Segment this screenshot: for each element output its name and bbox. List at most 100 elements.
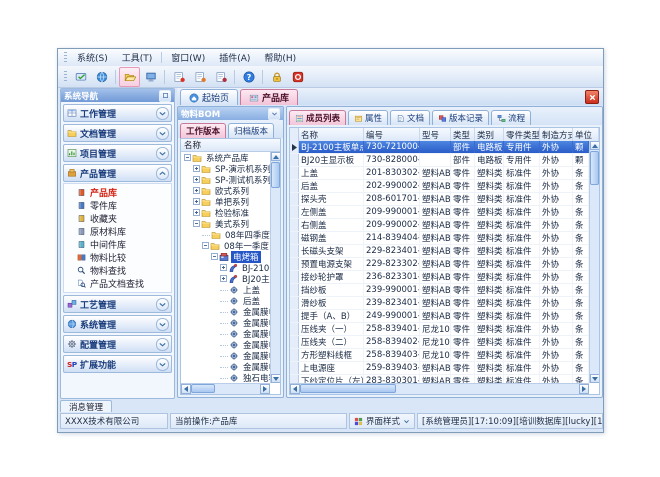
detail-tab-1[interactable]: 属性 <box>348 110 388 125</box>
table-row[interactable]: BJ20主显示板730-828000-04X部件电路板专用件外协颗 <box>290 154 589 167</box>
sidebar-item-2[interactable]: 收藏夹 <box>64 212 171 225</box>
bom-tab-0[interactable]: 工作版本 <box>180 123 226 138</box>
sidebar-item-3[interactable]: 原材料库 <box>64 225 171 238</box>
tree-node-11[interactable]: BJ20主显示板 <box>182 273 270 284</box>
table-row[interactable]: 滑纱板239-823401-00X塑料ABS零件塑料类标准件外协条 <box>290 297 589 310</box>
table-row[interactable]: 接纱轮护罩236-823301-00X塑料ABS零件塑料类标准件外协条 <box>290 271 589 284</box>
chevron-down-icon[interactable] <box>156 107 169 120</box>
collapse-icon[interactable] <box>211 253 218 260</box>
sidebar-group-3[interactable]: 产品管理 <box>63 164 172 182</box>
tree-node-14[interactable]: 金属膜电阻器 <box>182 306 270 317</box>
detail-tab-0[interactable]: 成员列表 <box>289 110 346 125</box>
chevron-down-icon[interactable] <box>156 147 169 160</box>
table-row[interactable]: 上电源座259-839403-00X塑料ABS零件塑料类标准件外协条 <box>290 362 589 375</box>
table-row[interactable]: 下纱定位片（左）283-830301-00X塑料ABS零件塑料类标准件外协条 <box>290 375 589 383</box>
sidebar-group-5[interactable]: 系统管理 <box>63 315 172 333</box>
scroll-down-icon[interactable] <box>590 374 600 383</box>
tree-node-4[interactable]: 单把系列 <box>182 196 270 207</box>
document-tab-1[interactable]: 产品库 <box>240 89 298 105</box>
table-row[interactable]: 左侧盖209-990001-01X塑料ABS零件塑料类标准件外协条 <box>290 206 589 219</box>
tree-node-5[interactable]: 检验标准 <box>182 207 270 218</box>
bom-tab-1[interactable]: 归档版本 <box>228 123 274 138</box>
tree-column-header[interactable]: 名称 <box>181 139 280 152</box>
column-header-7[interactable]: 单位 <box>573 128 599 141</box>
tree-node-15[interactable]: 金属膜电阻器 <box>182 317 270 328</box>
tree-node-13[interactable]: 后盖 <box>182 295 270 306</box>
scroll-left-icon[interactable] <box>181 384 191 394</box>
table-row[interactable]: 磁钢盖214-839404-01X塑料ABS零件塑料类标准件外协条 <box>290 232 589 245</box>
table-row[interactable]: 右侧盖209-990002-01X塑料ABS零件塑料类标准件外协条 <box>290 219 589 232</box>
chevron-down-icon[interactable] <box>156 358 169 371</box>
detail-tab-4[interactable]: 流程 <box>491 110 531 125</box>
scroll-right-icon[interactable] <box>260 384 270 394</box>
scroll-left-icon[interactable] <box>290 384 300 394</box>
table-row[interactable]: 提手（A、B）249-990001-01X塑料ABS零件塑料类标准件外协条 <box>290 310 589 323</box>
sidebar-group-0[interactable]: 工作管理 <box>63 104 172 122</box>
collapse-icon[interactable] <box>202 242 209 249</box>
sidebar-item-5[interactable]: 物料比较 <box>64 251 171 264</box>
tree-node-2[interactable]: SP-测试机系列 <box>182 174 270 185</box>
document-tab-0[interactable]: 起始页 <box>180 89 238 105</box>
chevron-down-icon[interactable] <box>156 318 169 331</box>
table-vertical-scrollbar[interactable] <box>589 141 599 383</box>
column-header-5[interactable]: 零件类型 <box>504 128 540 141</box>
tree-horizontal-scrollbar[interactable] <box>181 383 270 394</box>
menu-item-4[interactable]: 帮助(H) <box>257 49 303 66</box>
column-header-6[interactable]: 制造方式 <box>540 128 573 141</box>
expand-icon[interactable] <box>220 275 227 282</box>
expand-icon[interactable] <box>193 209 200 216</box>
close-tab-button[interactable] <box>585 90 599 104</box>
detail-tab-3[interactable]: 版本记录 <box>432 110 489 125</box>
detail-tab-2[interactable]: 文档 <box>390 110 430 125</box>
sidebar-item-7[interactable]: 产品文档查找 <box>64 277 171 290</box>
menu-item-3[interactable]: 插件(A) <box>212 49 257 66</box>
table-row[interactable]: BJ-2100主板单点730-721000-12X部件电路板专用件外协颗 <box>290 141 589 154</box>
table-horizontal-scrollbar[interactable] <box>290 383 589 394</box>
toolbar-button-web-icon[interactable] <box>91 67 112 87</box>
expand-icon[interactable] <box>193 198 200 205</box>
toolbar-button-exit-icon[interactable] <box>287 67 308 87</box>
sidebar-group-4[interactable]: 工艺管理 <box>63 295 172 313</box>
chevron-down-icon[interactable] <box>156 338 169 351</box>
sidebar-item-6[interactable]: 物料查找 <box>64 264 171 277</box>
tree-node-7[interactable]: 08年四季度 <box>182 229 270 240</box>
collapse-icon[interactable] <box>184 154 191 161</box>
column-header-3[interactable]: 类型 <box>451 128 475 141</box>
tree-node-8[interactable]: 08年一季度 <box>182 240 270 251</box>
sidebar-group-1[interactable]: 文档管理 <box>63 124 172 142</box>
tree-node-0[interactable]: 系统产品库 <box>182 152 270 163</box>
toolbar-button-form-delete-icon[interactable] <box>210 67 231 87</box>
scroll-right-icon[interactable] <box>579 384 589 394</box>
column-header-1[interactable]: 编号 <box>364 128 420 141</box>
tree-node-6[interactable]: 美式系列 <box>182 218 270 229</box>
tree-node-9[interactable]: 电烤箱 <box>182 251 270 262</box>
table-row[interactable]: 探头壳208-601701-01X塑料ABS零件塑料类标准件外协条 <box>290 193 589 206</box>
sidebar-group-2[interactable]: 项目管理 <box>63 144 172 162</box>
scroll-up-icon[interactable] <box>271 152 281 161</box>
expand-icon[interactable] <box>193 187 200 194</box>
toolbar-button-desktop-icon[interactable] <box>140 67 161 87</box>
column-header-2[interactable]: 型号 <box>420 128 451 141</box>
table-row[interactable]: 预置电源支架229-823302-00X塑料ABS零件塑料类标准件外协条 <box>290 258 589 271</box>
tree-node-19[interactable]: 金属膜电阻器 <box>182 361 270 372</box>
toolbar-button-open-folder-icon[interactable] <box>119 67 140 87</box>
toolbar-button-help-icon[interactable]: ? <box>238 67 259 87</box>
drag-grip[interactable] <box>64 71 67 82</box>
panel-collapse-icon[interactable] <box>268 108 280 120</box>
column-header-0[interactable]: 名称 <box>299 128 364 141</box>
table-vscroll-thumb[interactable] <box>590 151 599 185</box>
sidebar-item-0[interactable]: 产品库 <box>64 186 171 199</box>
table-row[interactable]: 后盖202-990002-01X塑料ABS零件塑料类标准件外协条 <box>290 180 589 193</box>
tree-hscroll-thumb[interactable] <box>191 384 215 393</box>
expand-icon[interactable] <box>193 165 200 172</box>
table-row[interactable]: 上盖201-830302-00X塑料ABS零件塑料类标准件外协条 <box>290 167 589 180</box>
table-row[interactable]: 压线夹（二）258-839402-00X尼龙1010零件塑料类标准件外协条 <box>290 336 589 349</box>
tree-vscroll-thumb[interactable] <box>271 162 280 188</box>
chevron-down-icon[interactable] <box>156 127 169 140</box>
expand-icon[interactable] <box>193 176 200 183</box>
scroll-up-icon[interactable] <box>590 141 600 150</box>
scroll-down-icon[interactable] <box>271 374 281 383</box>
table-row[interactable]: 压线夹（一）258-839401-00X尼龙1010零件塑料类标准件外协条 <box>290 323 589 336</box>
toolbar-button-lock-icon[interactable] <box>266 67 287 87</box>
tree-node-20[interactable]: 独石电容器 <box>182 372 270 382</box>
